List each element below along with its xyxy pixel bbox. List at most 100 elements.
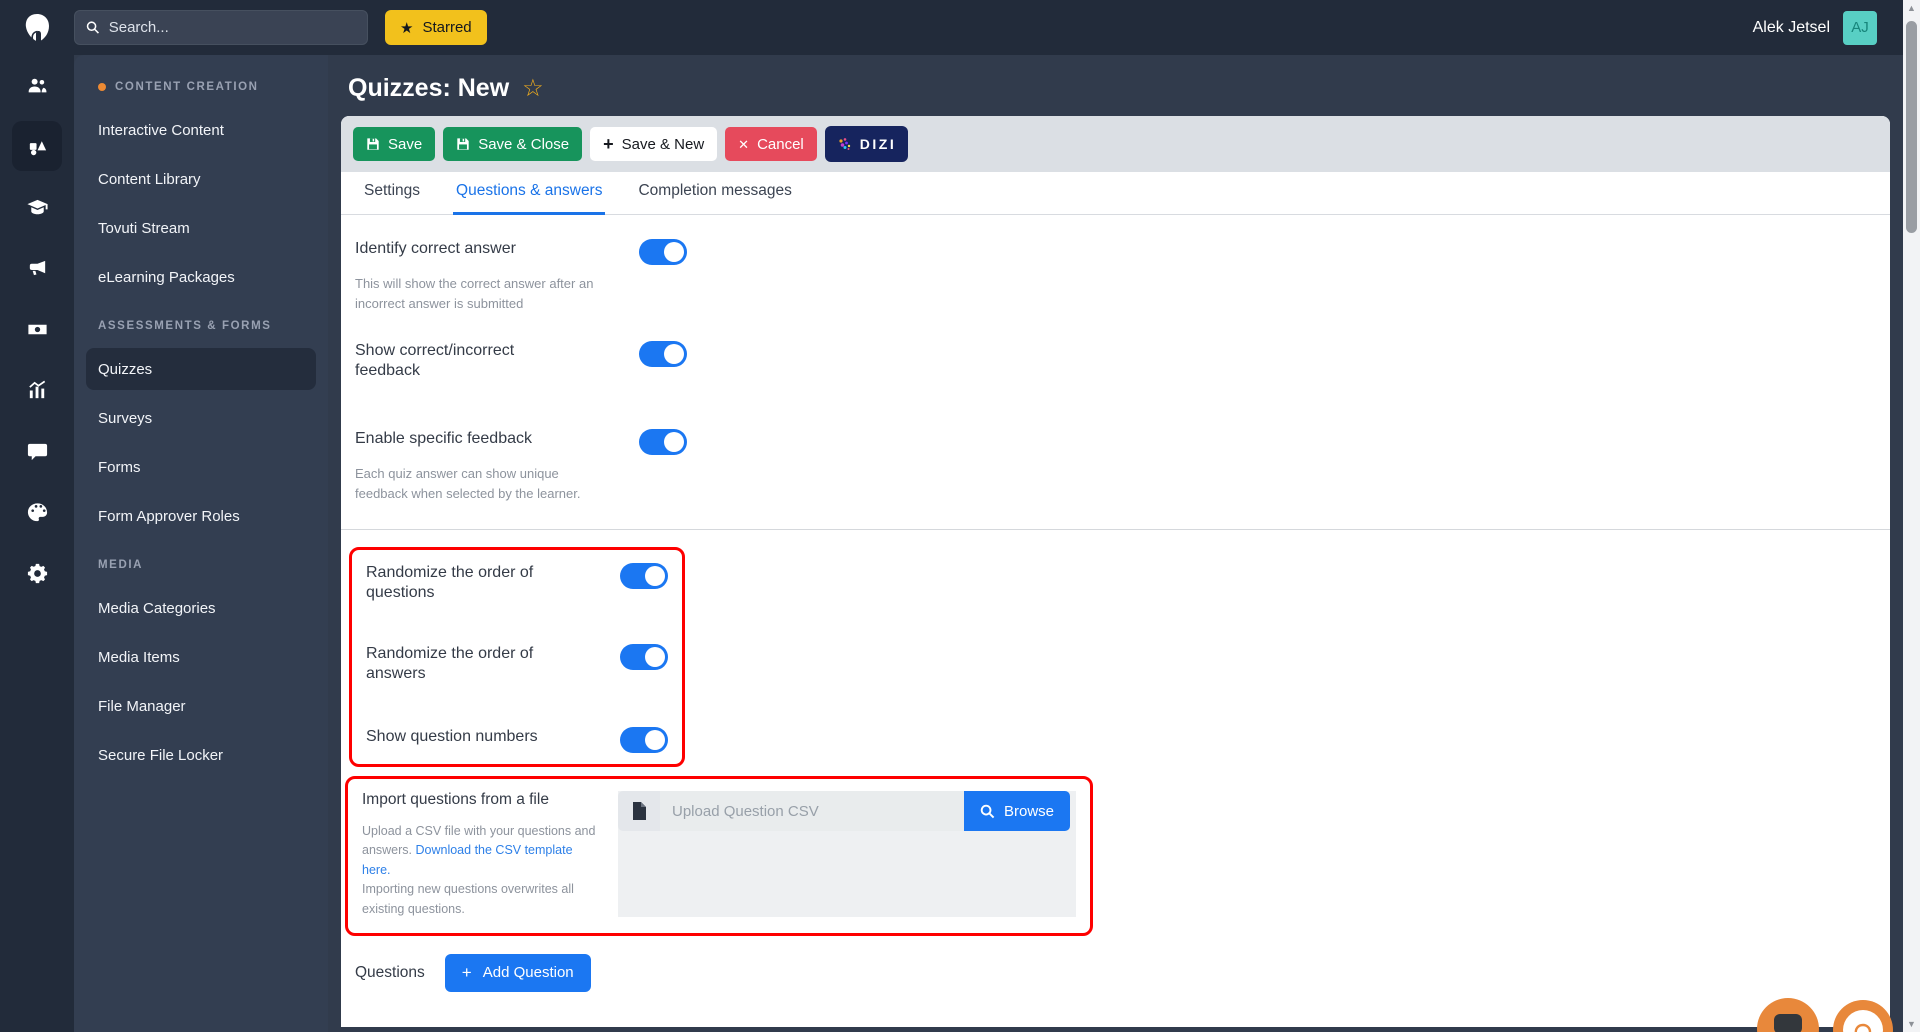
rail-item-appearance[interactable] xyxy=(12,487,62,537)
toggle-identify-correct-answer[interactable] xyxy=(639,239,687,265)
toggle-show-correct-incorrect-feedback[interactable] xyxy=(639,341,687,367)
shapes-icon xyxy=(29,140,46,155)
top-bar: ★ Starred Alek Jetsel AJ xyxy=(0,0,1920,55)
graduation-cap-icon xyxy=(26,199,48,214)
sidebar-item-file-manager[interactable]: File Manager xyxy=(74,682,328,731)
plus-icon: + xyxy=(603,134,614,154)
sidebar-item-surveys[interactable]: Surveys xyxy=(74,394,328,443)
questions-row: Questions + Add Question xyxy=(355,953,1870,992)
dizi-button[interactable]: DIZI xyxy=(824,126,909,162)
file-upload-panel: Browse xyxy=(618,791,1076,917)
plus-icon: + xyxy=(461,963,472,983)
avatar[interactable]: AJ xyxy=(1843,10,1877,45)
chat-icon xyxy=(27,443,47,460)
add-question-button[interactable]: + Add Question xyxy=(444,953,591,992)
avatar-initials: AJ xyxy=(1851,19,1869,36)
sidebar-item-tovuti-stream[interactable]: Tovuti Stream xyxy=(74,204,328,253)
setting-row-show-question-numbers: Show question numbers xyxy=(366,727,668,753)
section-label: CONTENT CREATION xyxy=(115,81,259,93)
x-icon: ✕ xyxy=(738,136,750,152)
scroll-up-arrow[interactable]: ▲ xyxy=(1907,0,1916,16)
tab-questions-answers[interactable]: Questions & answers xyxy=(453,182,606,215)
setting-row-randomize-questions: Randomize the order of questions xyxy=(366,563,668,603)
gear-icon xyxy=(27,563,47,583)
toggle-randomize-answers[interactable] xyxy=(620,644,668,670)
page-title: Quizzes: New xyxy=(348,74,510,102)
file-icon xyxy=(633,802,646,820)
rail-item-learning[interactable] xyxy=(12,182,62,232)
action-toolbar: Save Save & Close + Save & New ✕ Cancel xyxy=(341,116,1890,172)
floppy-icon xyxy=(367,138,379,150)
sidebar-item-content-library[interactable]: Content Library xyxy=(74,155,328,204)
import-help-text: Upload a CSV file with your questions an… xyxy=(362,822,602,919)
dizi-logo-icon xyxy=(839,138,850,150)
tovuti-logo[interactable] xyxy=(0,10,74,46)
save-new-label: Save & New xyxy=(621,135,705,153)
rail-item-marketing[interactable] xyxy=(12,243,62,293)
setting-label: Show question numbers xyxy=(366,728,538,745)
elephant-badge-icon xyxy=(1843,1010,1883,1032)
rail-item-commerce[interactable] xyxy=(12,304,62,354)
sidebar-item-secure-file-locker[interactable]: Secure File Locker xyxy=(74,731,328,780)
sidebar-section-content-creation: CONTENT CREATION xyxy=(74,63,328,106)
chart-icon xyxy=(28,380,45,398)
add-question-label: Add Question xyxy=(482,964,574,982)
starred-label: Starred xyxy=(422,19,472,36)
starred-button[interactable]: ★ Starred xyxy=(385,10,487,45)
palette-icon xyxy=(27,502,47,521)
browse-button[interactable]: Browse xyxy=(964,791,1070,831)
user-name: Alek Jetsel xyxy=(1752,18,1830,36)
sidebar-item-media-items[interactable]: Media Items xyxy=(74,633,328,682)
section-label: ASSESSMENTS & FORMS xyxy=(98,320,272,332)
import-questions-label: Import questions from a file xyxy=(362,791,549,808)
search-icon xyxy=(86,21,99,34)
orange-dot-icon xyxy=(98,83,106,91)
toggle-show-question-numbers[interactable] xyxy=(620,727,668,753)
rail-item-messages[interactable] xyxy=(12,426,62,476)
rail-item-reports[interactable] xyxy=(12,365,62,415)
favorite-star-icon[interactable]: ☆ xyxy=(522,76,544,101)
sidebar-item-media-categories[interactable]: Media Categories xyxy=(74,584,328,633)
rail-item-users[interactable] xyxy=(12,60,62,110)
sidebar-item-interactive-content[interactable]: Interactive Content xyxy=(74,106,328,155)
rail-item-content-creation[interactable] xyxy=(12,121,62,171)
rail-item-settings[interactable] xyxy=(12,548,62,598)
setting-label: Randomize the order of questions xyxy=(366,564,534,601)
save-close-label: Save & Close xyxy=(478,135,570,153)
file-upload-group: Browse xyxy=(618,791,1070,831)
sidebar-item-quizzes[interactable]: Quizzes xyxy=(86,348,316,390)
sidebar-item-form-approver-roles[interactable]: Form Approver Roles xyxy=(74,492,328,541)
search-icon xyxy=(980,804,995,818)
section-divider xyxy=(341,529,1890,530)
floppy-icon xyxy=(457,138,469,150)
toggle-randomize-questions[interactable] xyxy=(620,563,668,589)
scroll-down-arrow[interactable]: ▼ xyxy=(1907,1016,1916,1032)
content-card: Save Save & Close + Save & New ✕ Cancel xyxy=(341,116,1890,1027)
sidebar-item-elearning-packages[interactable]: eLearning Packages xyxy=(74,253,328,302)
upload-csv-input[interactable] xyxy=(660,791,964,831)
tab-bar: Settings Questions & answers Completion … xyxy=(341,172,1890,215)
quiz-settings-form: Identify correct answer This will show t… xyxy=(341,215,1890,992)
setting-label: Show correct/incorrect feedback xyxy=(355,342,515,379)
setting-row-identify-correct-answer: Identify correct answer xyxy=(355,239,687,265)
setting-row-randomize-answers: Randomize the order of answers xyxy=(366,644,668,684)
money-icon xyxy=(27,324,47,334)
sidebar-item-forms[interactable]: Forms xyxy=(74,443,328,492)
save-new-button[interactable]: + Save & New xyxy=(590,127,718,161)
title-row: Quizzes: New ☆ xyxy=(328,55,1920,116)
annotation-box-randomize: Randomize the order of questions Randomi… xyxy=(349,547,685,767)
save-button[interactable]: Save xyxy=(353,127,436,161)
tab-settings[interactable]: Settings xyxy=(361,182,423,215)
search-input[interactable] xyxy=(108,19,356,36)
toggle-enable-specific-feedback[interactable] xyxy=(639,429,687,455)
icon-rail xyxy=(0,55,74,1032)
sidebar-section-assessments-forms: ASSESSMENTS & FORMS xyxy=(74,302,328,345)
sidebar: CONTENT CREATION Interactive Content Con… xyxy=(74,55,328,1032)
setting-row-enable-specific-feedback: Enable specific feedback xyxy=(355,429,687,455)
tab-completion-messages[interactable]: Completion messages xyxy=(635,182,794,215)
scrollbar-thumb[interactable] xyxy=(1906,21,1917,233)
setting-label: Enable specific feedback xyxy=(355,430,532,447)
cancel-button[interactable]: ✕ Cancel xyxy=(725,127,817,161)
save-close-button[interactable]: Save & Close xyxy=(443,127,583,161)
page-scrollbar[interactable]: ▲ ▼ xyxy=(1903,0,1920,1032)
